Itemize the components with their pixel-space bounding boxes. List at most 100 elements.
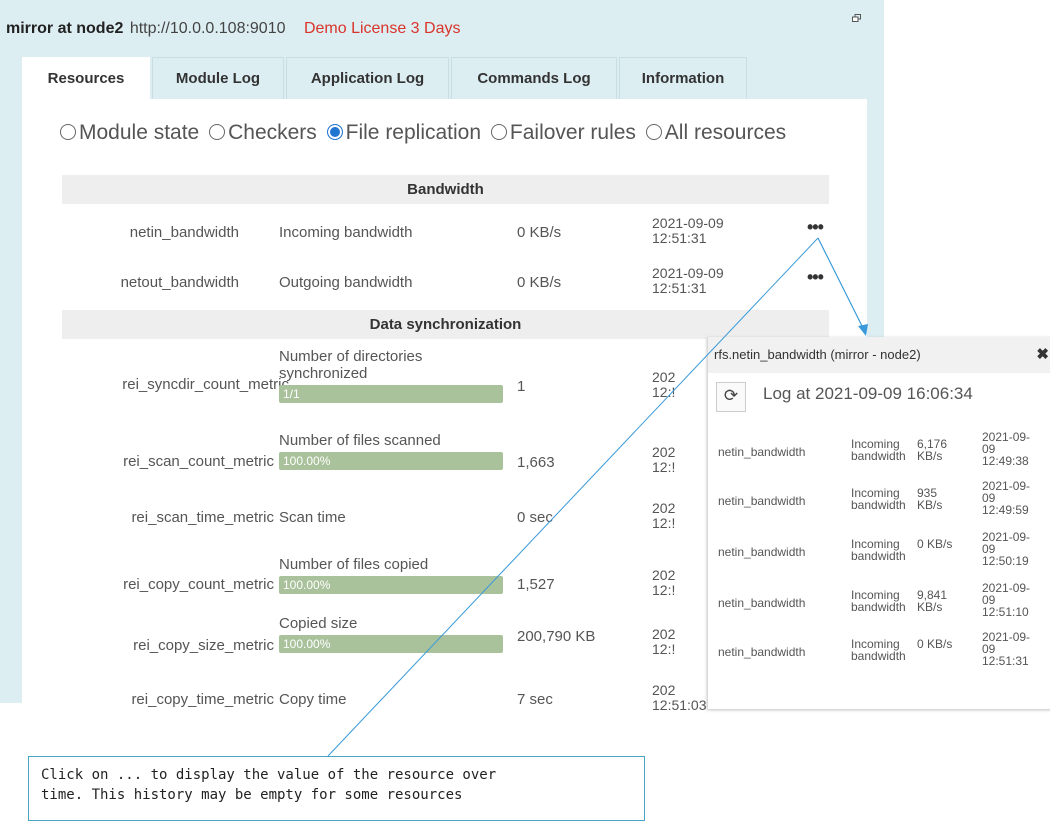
resource-description: Number of files copied 100.00% xyxy=(279,556,509,594)
resource-description: Scan time xyxy=(279,509,346,526)
resource-description: Incoming bandwidth xyxy=(279,224,413,241)
section-bandwidth: Bandwidth xyxy=(62,175,829,204)
resource-name: rei_copy_time_metric xyxy=(131,691,274,708)
more-button[interactable]: ••• xyxy=(807,267,824,288)
tab-commands-log[interactable]: Commands Log xyxy=(451,57,617,99)
radio-icon[interactable] xyxy=(209,124,226,140)
log-date: 2021-09-09 12:51:10 xyxy=(982,581,1031,619)
filter-checkers[interactable]: Checkers xyxy=(209,121,317,145)
refresh-icon: ⟳ xyxy=(723,386,739,405)
resource-value: 0 KB/s xyxy=(517,224,562,241)
resource-filter: Module state Checkers File replication F… xyxy=(60,121,790,145)
log-row: netin_bandwidth Incoming bandwidth 0 KB/… xyxy=(708,530,1050,576)
resource-date: 202 12:! xyxy=(652,626,676,657)
resource-description: Number of files scanned 100.00% xyxy=(279,432,509,470)
description-text: Copied size xyxy=(279,615,358,632)
log-date: 2021-09-09 12:50:19 xyxy=(982,530,1031,568)
resource-value: 7 sec xyxy=(517,691,553,708)
popup-title-text: rfs.netin_bandwidth (mirror - node2) xyxy=(714,347,921,362)
log-date: 2021-09-09 12:49:59 xyxy=(982,479,1031,517)
tab-module-log[interactable]: Module Log xyxy=(152,57,284,99)
resource-date: 202 12:! xyxy=(652,567,676,598)
resource-name: netout_bandwidth xyxy=(120,274,239,291)
resource-date: 202 12:51:03 xyxy=(652,682,707,713)
resource-name: netin_bandwidth xyxy=(129,224,239,241)
resource-date: 202 12:! xyxy=(652,500,676,531)
resource-name: rei_copy_count_metric xyxy=(123,576,274,593)
refresh-button[interactable]: ⟳ xyxy=(716,382,746,412)
log-name: netin_bandwidth xyxy=(718,596,806,610)
log-date: 2021-09-09 12:49:38 xyxy=(982,430,1031,468)
close-icon[interactable]: ✖ xyxy=(1036,337,1049,373)
popup-title: rfs.netin_bandwidth (mirror - node2) ✖ xyxy=(708,337,1050,373)
log-value: 9,841 KB/s xyxy=(917,588,948,614)
log-description: Incoming bandwidth xyxy=(851,537,906,563)
log-value: 935 KB/s xyxy=(917,486,943,512)
filter-label: All resources xyxy=(664,121,787,144)
log-name: netin_bandwidth xyxy=(718,545,806,559)
resource-value: 200,790 KB xyxy=(517,628,596,645)
radio-icon[interactable] xyxy=(490,124,507,140)
filter-all-resources[interactable]: All resources xyxy=(645,121,787,145)
radio-icon[interactable] xyxy=(645,124,662,140)
filter-file-replication[interactable]: File replication xyxy=(326,121,482,145)
radio-icon[interactable] xyxy=(60,124,76,140)
description-text: Number of files scanned xyxy=(279,432,441,449)
log-value: 0 KB/s xyxy=(917,637,953,651)
node-name: mirror at node2 xyxy=(6,20,124,37)
window-title: mirror at node2 http://10.0.0.108:9010 D… xyxy=(6,20,460,38)
log-value: 0 KB/s xyxy=(917,537,953,551)
filter-label: Checkers xyxy=(228,121,317,144)
resource-description: Copy time xyxy=(279,691,347,708)
description-text: Number of files copied xyxy=(279,556,429,573)
callout-line: Click on ... to display the value of the… xyxy=(41,767,497,783)
table-row: netin_bandwidth Incoming bandwidth 0 KB/… xyxy=(62,216,829,261)
log-timestamp: Log at 2021-09-09 16:06:34 xyxy=(763,384,973,403)
resource-name: rei_scan_count_metric xyxy=(123,453,274,470)
log-description: Incoming bandwidth xyxy=(851,437,906,463)
resource-value: 0 KB/s xyxy=(517,274,562,291)
section-data-synchronization: Data synchronization xyxy=(62,310,829,339)
log-name: netin_bandwidth xyxy=(718,645,806,659)
tab-information[interactable]: Information xyxy=(619,57,747,99)
log-description: Incoming bandwidth xyxy=(851,486,906,512)
resource-description: Number of directories synchronized 1/1 xyxy=(279,348,509,403)
table-row: netout_bandwidth Outgoing bandwidth 0 KB… xyxy=(62,266,829,311)
resource-value: 1 xyxy=(517,378,526,395)
log-row: netin_bandwidth Incoming bandwidth 6,176… xyxy=(708,430,1050,476)
tab-application-log[interactable]: Application Log xyxy=(286,57,449,99)
log-description: Incoming bandwidth xyxy=(851,588,906,614)
log-name: netin_bandwidth xyxy=(718,494,806,508)
node-url[interactable]: http://10.0.0.108:9010 xyxy=(130,20,286,37)
history-popup: rfs.netin_bandwidth (mirror - node2) ✖ ⟳… xyxy=(708,337,1050,709)
resource-value: 1,527 xyxy=(517,576,555,593)
filter-module-state[interactable]: Module state xyxy=(60,121,199,145)
progress-bar: 100.00% xyxy=(279,452,503,470)
restore-icon[interactable] xyxy=(852,14,861,22)
resource-description: Outgoing bandwidth xyxy=(279,274,413,291)
description-text: Number of directories synchronized xyxy=(279,348,423,382)
resource-name: rei_scan_time_metric xyxy=(131,509,274,526)
resource-name: rei_syncdir_count_metric xyxy=(122,376,289,393)
log-row: netin_bandwidth Incoming bandwidth 935 K… xyxy=(708,479,1050,525)
filter-label: Module state xyxy=(79,121,200,144)
more-button[interactable]: ••• xyxy=(807,217,824,238)
progress-bar: 1/1 xyxy=(279,385,503,403)
resource-description: Copied size 100.00% xyxy=(279,615,509,653)
progress-bar: 100.00% xyxy=(279,576,503,594)
license-label: Demo License 3 Days xyxy=(303,20,461,37)
tab-resources[interactable]: Resources xyxy=(22,57,150,101)
log-name: netin_bandwidth xyxy=(718,445,806,459)
radio-checked-icon[interactable] xyxy=(326,124,343,140)
resource-name: rei_copy_size_metric xyxy=(133,637,274,654)
resource-date: 2021-09-09 12:51:31 xyxy=(652,215,724,246)
filter-label: File replication xyxy=(345,121,482,144)
resource-value: 0 sec xyxy=(517,509,553,526)
filter-label: Failover rules xyxy=(509,121,636,144)
progress-bar: 100.00% xyxy=(279,635,503,653)
resource-date: 202 12:! xyxy=(652,444,676,475)
log-description: Incoming bandwidth xyxy=(851,637,906,663)
log-date: 2021-09-09 12:51:31 xyxy=(982,630,1031,668)
filter-failover-rules[interactable]: Failover rules xyxy=(490,121,636,145)
resource-date: 2021-09-09 12:51:31 xyxy=(652,265,724,296)
